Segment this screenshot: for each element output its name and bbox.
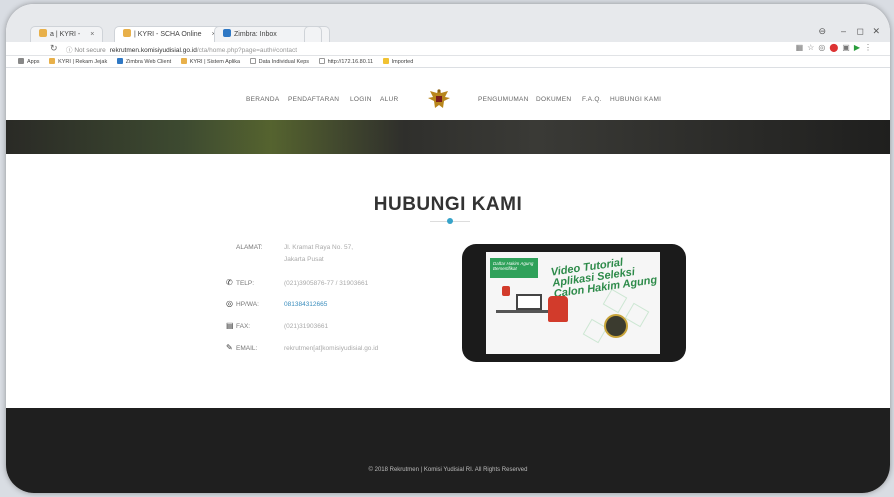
minimize-icon[interactable]: – (841, 26, 846, 36)
bookmark-item[interactable]: KYRI | Sistem Aplika (180, 56, 240, 67)
page-icon (249, 58, 256, 64)
hp-label: HP/WA: (236, 301, 259, 308)
site-navbar: BERANDA PENDAFTARAN LOGIN ALUR PENGUMUMA… (6, 68, 890, 120)
fax-icon: ▤ (226, 321, 234, 330)
bookmark-item[interactable]: Zimbra Web Client (116, 56, 171, 67)
tab-strip: a | KYRI -× | KYRI - SCHA Online× Zimbra… (6, 4, 890, 42)
address-row: ALAMAT: Jl. Kramat Raya No. 57, (226, 244, 353, 251)
nav-beranda[interactable]: BERANDA (246, 96, 280, 103)
site-footer: © 2018 Rekrutmen | Komisi Yudisial RI. A… (6, 408, 890, 493)
komisi-yudisial-seal-icon (604, 314, 628, 338)
address-line-2: Jakarta Pusat (284, 256, 324, 263)
kyri-favicon-icon (123, 29, 131, 37)
telp-value: (021)3905876-77 / 31903661 (284, 280, 369, 287)
close-window-icon[interactable]: ✕ (872, 26, 880, 37)
extension-icon[interactable]: ▦ (796, 43, 808, 52)
bookmark-apps[interactable]: Apps (18, 56, 40, 67)
hp-row: ◎ HP/WA: 081384312665 (226, 299, 327, 308)
bookmark-item[interactable]: http://172.16.80.11 (318, 56, 373, 67)
reload-icon[interactable]: ↻ (50, 43, 58, 54)
address-row-2: Jakarta Pusat (226, 256, 324, 263)
not-secure-label: ⓘ Not secure (66, 47, 106, 54)
fax-value: (021)31903661 (284, 323, 329, 330)
contact-section: HUBUNGI KAMI ALAMAT: Jl. Kramat Raya No. … (6, 154, 890, 408)
browser-tab-2[interactable]: | KYRI - SCHA Online× (114, 26, 225, 42)
extension-icon[interactable]: ◎ (818, 43, 829, 52)
kyri-favicon-icon (180, 58, 187, 64)
nav-pengumuman[interactable]: PENGUMUMAN (478, 96, 529, 103)
bookmark-folder[interactable]: Imported (382, 56, 413, 67)
extension-icon[interactable]: ▣ (842, 43, 854, 52)
email-value: rekrutmen[at]komisiyudisial.go.id (284, 345, 379, 352)
menu-icon[interactable]: ⋮ (864, 43, 876, 52)
monitor-illustration (516, 294, 542, 310)
browser-tab-1[interactable]: a | KYRI - × (30, 26, 104, 42)
garuda-logo-icon[interactable] (426, 86, 452, 112)
star-icon[interactable]: ☆ (807, 43, 818, 52)
desk-illustration (496, 310, 556, 313)
kyri-favicon-icon (49, 58, 56, 64)
nav-login[interactable]: LOGIN (350, 96, 372, 103)
play-icon[interactable]: ▶ (854, 43, 864, 52)
nav-pendaftaran[interactable]: PENDAFTARAN (288, 96, 339, 103)
kyri-favicon-icon (39, 29, 47, 37)
address-label: ALAMAT: (236, 244, 263, 251)
telp-label: TELP: (236, 280, 255, 287)
page-title: HUBUNGI KAMI (373, 194, 523, 215)
telp-row: ✆ TELP: (021)3905876-77 / 31903661 (226, 278, 368, 287)
video-title: Video Tutorial Aplikasi Seleksi Calon Ha… (550, 256, 658, 301)
folder-icon (382, 58, 389, 64)
pencil-icon: ✎ (226, 343, 233, 352)
page-icon (318, 58, 325, 64)
stop-icon[interactable]: ⬤ (829, 43, 842, 52)
phone-icon: ✆ (226, 278, 233, 287)
divider-dot (447, 218, 453, 224)
url-field[interactable]: ⓘ Not secure rekrutmen.komisiyudisial.go.… (66, 44, 297, 54)
zimbra-favicon-icon (116, 58, 123, 64)
fax-row: ▤ FAX: (021)31903661 (226, 321, 328, 330)
profile-icon[interactable]: ⊖ (818, 26, 826, 37)
nav-faq[interactable]: F.A.Q. (582, 96, 602, 103)
fax-label: FAX: (236, 323, 251, 330)
plant-illustration (502, 286, 510, 296)
email-row: ✎ EMAIL: rekrutmen[at]komisiyudisial.go.id (226, 343, 378, 352)
nav-dokumen[interactable]: DOKUMEN (536, 96, 571, 103)
new-tab-button[interactable] (304, 26, 322, 42)
extension-icons[interactable]: ▦☆◎⬤▣▶⋮ (796, 43, 876, 52)
phone-mockup: Daftar Hakim Agung Bersertifikat Video T… (462, 244, 686, 362)
chair-illustration (548, 296, 568, 322)
bookmarks-bar: Apps KYRI | Rekam Jejak Zimbra Web Clien… (6, 56, 890, 68)
video-tutorial-thumbnail[interactable]: Daftar Hakim Agung Bersertifikat Video T… (486, 252, 660, 354)
video-banner-label: Daftar Hakim Agung Bersertifikat (490, 258, 538, 278)
address-line-1: Jl. Kramat Raya No. 57, (284, 244, 353, 251)
maximize-icon[interactable]: ◻ (857, 26, 864, 37)
email-label: EMAIL: (236, 345, 258, 352)
bookmark-item[interactable]: Data Individual Keps (249, 56, 309, 67)
whatsapp-icon: ◎ (226, 299, 233, 308)
address-bar: ↻ ⓘ Not secure rekrutmen.komisiyudisial.g… (6, 42, 890, 56)
url-path: /cta/home.php?page=auth#contact (196, 47, 298, 54)
nav-alur[interactable]: ALUR (380, 96, 399, 103)
nav-hubungi-kami[interactable]: HUBUNGI KAMI (610, 96, 661, 103)
browser-window: a | KYRI -× | KYRI - SCHA Online× Zimbra… (6, 4, 890, 493)
apps-icon (18, 58, 24, 64)
bookmark-item[interactable]: KYRI | Rekam Jejak (49, 56, 107, 67)
hero-banner-image (6, 120, 890, 154)
hp-value-link[interactable]: 081384312665 (284, 301, 327, 308)
copyright-text: © 2018 Rekrutmen | Komisi Yudisial RI. A… (368, 467, 528, 473)
close-tab-icon[interactable]: × (90, 31, 94, 38)
zimbra-favicon-icon (223, 29, 231, 37)
url-host: rekrutmen.komisiyudisial.go.id (109, 47, 197, 54)
